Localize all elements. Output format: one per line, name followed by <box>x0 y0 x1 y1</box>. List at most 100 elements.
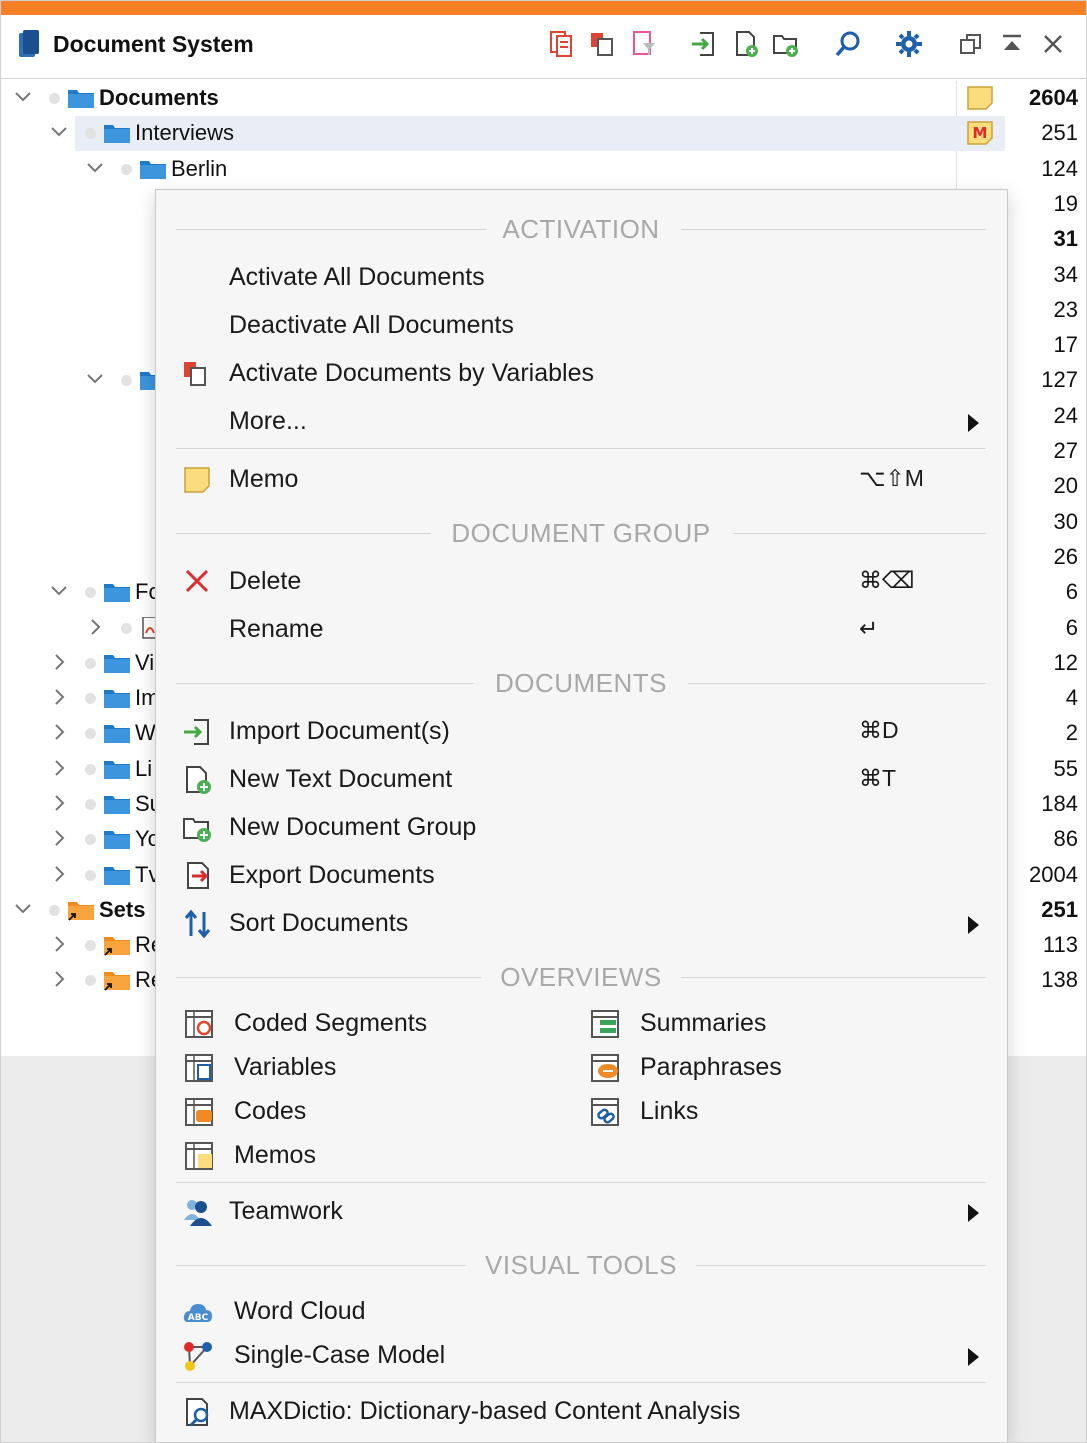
import-documents-button[interactable] <box>687 27 721 61</box>
document-set-icon <box>104 972 130 991</box>
chevron-down-icon[interactable] <box>47 579 71 603</box>
summaries-table-icon <box>591 1010 619 1038</box>
chevron-right-icon[interactable] <box>47 862 71 886</box>
menu-item-activate-all[interactable]: Activate All Documents <box>156 256 1009 300</box>
menu-item-delete[interactable]: Delete ⌘⌫ <box>156 560 1009 604</box>
memo-m-icon[interactable]: M <box>966 120 994 146</box>
chevron-down-icon[interactable] <box>47 120 71 144</box>
chevron-right-icon[interactable] <box>83 615 107 639</box>
activation-dot[interactable] <box>85 658 96 669</box>
menu-item-new-text-document[interactable]: New Text Document ⌘T <box>156 758 1009 802</box>
activation-dot[interactable] <box>49 93 60 104</box>
menu-item-memo[interactable]: Memo ⌥⇧M <box>156 458 1009 502</box>
submenu-arrow-icon <box>968 916 979 934</box>
overview-links[interactable]: Links <box>590 1090 990 1134</box>
reset-activations-icon <box>633 31 655 55</box>
activation-dot[interactable] <box>85 128 96 139</box>
folder-icon <box>104 867 130 885</box>
folder-icon <box>104 655 130 673</box>
activation-dot[interactable] <box>85 587 96 598</box>
new-text-document-button[interactable] <box>729 27 763 61</box>
tree-row[interactable]: Documents 2604 <box>1 81 1086 116</box>
memos-table-icon <box>185 1142 213 1170</box>
word-cloud-icon: ABC <box>183 1304 212 1323</box>
chevron-right-icon[interactable] <box>47 791 71 815</box>
new-document-group-icon <box>183 818 211 842</box>
chevron-down-icon[interactable] <box>11 897 35 921</box>
undock-button[interactable] <box>954 27 988 61</box>
chevron-right-icon[interactable] <box>47 932 71 956</box>
chevron-right-icon[interactable] <box>47 650 71 674</box>
activation-dot[interactable] <box>85 799 96 810</box>
document-count: 138 <box>1041 967 1078 992</box>
activate-by-variables-button[interactable] <box>586 27 620 61</box>
overview-coded-segments[interactable]: Coded Segments <box>184 1002 584 1046</box>
chevron-right-icon[interactable] <box>47 756 71 780</box>
gear-icon <box>896 31 922 57</box>
search-button[interactable] <box>831 27 865 61</box>
menu-item-single-case-model[interactable]: Single-Case Model <box>156 1334 1009 1378</box>
new-text-document-icon <box>736 31 758 57</box>
settings-button[interactable] <box>892 27 926 61</box>
tree-row[interactable]: Berlin 124 <box>1 152 1086 187</box>
folder-icon <box>104 761 130 779</box>
new-document-group-button[interactable] <box>769 27 803 61</box>
activate-docs-button[interactable] <box>545 27 579 61</box>
undock-window-icon <box>960 34 981 54</box>
tree-item-label: Vi <box>135 650 155 675</box>
overview-variables[interactable]: Variables <box>184 1046 584 1090</box>
activation-dot[interactable] <box>85 764 96 775</box>
menu-item-word-cloud[interactable]: ABC Word Cloud <box>156 1290 1009 1334</box>
document-count: 17 <box>1053 332 1078 357</box>
chevron-right-icon[interactable] <box>47 967 71 991</box>
window-header: Document System <box>1 15 1086 79</box>
menu-item-deactivate-all[interactable]: Deactivate All Documents <box>156 304 1009 348</box>
chevron-right-icon[interactable] <box>47 826 71 850</box>
document-system-icon <box>19 30 39 57</box>
single-case-model-icon <box>184 1342 212 1371</box>
overview-memos[interactable]: Memos <box>184 1134 584 1178</box>
menu-item-sort[interactable]: Sort Documents <box>156 902 1009 946</box>
reset-activations-button[interactable] <box>627 27 661 61</box>
menu-item-import[interactable]: Import Document(s) ⌘D <box>156 710 1009 754</box>
menu-item-teamwork[interactable]: Teamwork <box>156 1190 1009 1234</box>
activation-dot[interactable] <box>85 940 96 951</box>
activation-dot[interactable] <box>85 870 96 881</box>
overview-paraphrases[interactable]: Paraphrases <box>590 1046 990 1090</box>
import-icon <box>184 719 209 745</box>
menu-item-more[interactable]: More... <box>156 400 1009 444</box>
tree-item-label: Documents <box>99 85 219 110</box>
activation-dot[interactable] <box>121 375 132 386</box>
activate-by-variables-icon <box>591 33 613 56</box>
close-button[interactable] <box>1036 27 1070 61</box>
document-count: 26 <box>1053 544 1078 569</box>
links-table-icon <box>591 1098 619 1126</box>
menu-item-activate-by-variables[interactable]: Activate Documents by Variables <box>156 352 1009 396</box>
activation-dot[interactable] <box>85 728 96 739</box>
chevron-down-icon[interactable] <box>83 156 107 180</box>
menu-item-rename[interactable]: Rename ↵ <box>156 608 1009 652</box>
folder-icon <box>104 796 130 814</box>
activation-dot[interactable] <box>49 905 60 916</box>
overview-summaries[interactable]: Summaries <box>590 1002 990 1046</box>
submenu-arrow-icon <box>968 414 979 432</box>
activation-dot[interactable] <box>85 975 96 986</box>
chevron-right-icon[interactable] <box>47 685 71 709</box>
overview-codes[interactable]: Codes <box>184 1090 584 1134</box>
tree-item-label: Sets <box>99 897 146 922</box>
menu-item-export[interactable]: Export Documents <box>156 854 1009 898</box>
section-visual-tools: VISUAL TOOLS <box>176 1250 986 1280</box>
activation-dot[interactable] <box>85 693 96 704</box>
chevron-down-icon[interactable] <box>83 367 107 391</box>
menu-item-new-document-group[interactable]: New Document Group <box>156 806 1009 850</box>
maximize-button[interactable] <box>995 27 1029 61</box>
activation-dot[interactable] <box>121 623 132 634</box>
tree-item-label: Li <box>135 756 153 781</box>
chevron-down-icon[interactable] <box>11 85 35 109</box>
activation-dot[interactable] <box>85 834 96 845</box>
activation-dot[interactable] <box>121 164 132 175</box>
chevron-right-icon[interactable] <box>47 720 71 744</box>
menu-item-maxdictio[interactable]: MAXDictio: Dictionary-based Content Anal… <box>156 1390 1009 1434</box>
tree-row[interactable]: Interviews M 251 <box>1 116 1086 151</box>
memo-icon[interactable] <box>966 85 994 111</box>
